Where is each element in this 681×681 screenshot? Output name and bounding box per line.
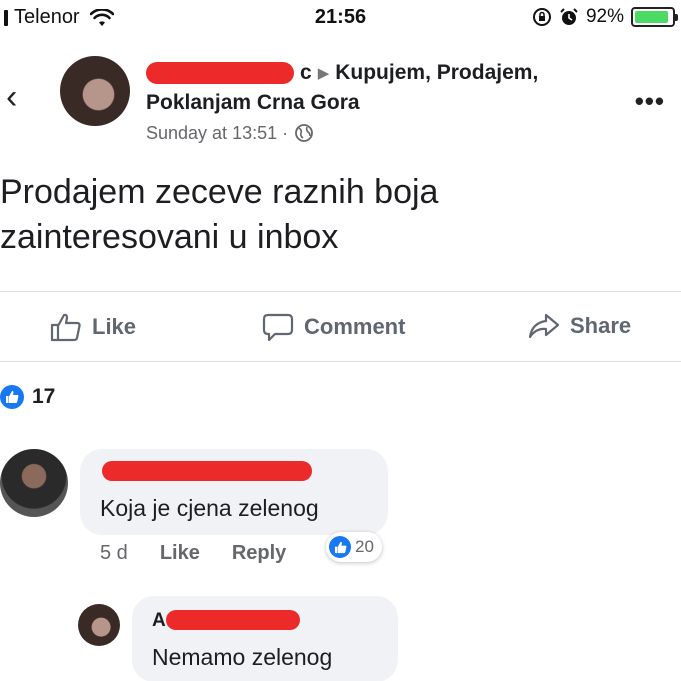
commenter-avatar[interactable]: [0, 449, 68, 517]
status-bar: Telenor 21:56 92%: [0, 0, 681, 38]
thumbs-up-icon: [50, 313, 81, 342]
post-meta: c ▶ Kupujem, Prodajem, Poklanjam Crna Gora…: [146, 58, 626, 144]
comment-meta: 5 d Like Reply: [100, 542, 318, 565]
status-right: 92%: [532, 6, 678, 28]
battery-icon: [631, 7, 678, 27]
redacted-author-name: [146, 62, 294, 85]
reaction-summary[interactable]: 17: [0, 385, 55, 409]
action-bar: Like Comment Share: [0, 294, 681, 360]
post-timestamp[interactable]: Sunday at 13:51 ·: [146, 123, 288, 144]
comment-bubble[interactable]: Koja je cjena zelenog: [80, 449, 388, 535]
battery-level: [635, 11, 669, 23]
author-avatar[interactable]: [60, 56, 130, 126]
share-icon: [528, 313, 560, 339]
like-label: Like: [92, 314, 137, 339]
comment-button[interactable]: Comment: [262, 312, 405, 342]
comment-reply-button[interactable]: Reply: [232, 542, 286, 565]
share-button[interactable]: Share: [528, 312, 631, 340]
redacted-reply-author-name: [166, 610, 300, 630]
screen-lock-icon: [532, 8, 551, 26]
comment-age: 5 d: [100, 542, 128, 564]
redacted-commenter-name: [102, 461, 312, 481]
author-name-suffix[interactable]: c: [300, 61, 312, 84]
post-text-line-1: Prodajem zeceve raznih boja: [0, 173, 439, 211]
reply-text: Nemamo zelenog: [152, 644, 333, 670]
divider-bottom: [0, 361, 681, 362]
like-reaction-icon: [329, 536, 351, 558]
share-label: Share: [570, 313, 632, 338]
comment-reaction-badge[interactable]: 20: [326, 532, 382, 562]
comment-icon: [262, 313, 294, 342]
reply-bubble[interactable]: A Nemamo zelenog: [132, 596, 398, 681]
arrow-right-icon: ▶: [317, 64, 330, 82]
comment-label: Comment: [304, 314, 406, 339]
post-timestamp-line: Sunday at 13:51 ·: [146, 123, 626, 144]
alarm-icon: [560, 8, 578, 25]
post-text-line-2: zainteresovani u inbox: [0, 218, 339, 256]
chevron-left-icon[interactable]: ‹: [6, 80, 17, 114]
comment-text: Koja je cjena zelenog: [100, 495, 319, 521]
divider-top: [0, 291, 681, 292]
reply-author-avatar[interactable]: [78, 604, 120, 646]
battery-percent: 92%: [585, 6, 624, 27]
comment-reaction-count: 20: [355, 537, 374, 556]
like-button[interactable]: Like: [50, 312, 136, 342]
author-line: c ▶ Kupujem, Prodajem, Poklanjam Crna Gora: [146, 58, 626, 117]
post-text: Prodajem zeceve raznih boja zainteresova…: [0, 170, 681, 260]
more-icon[interactable]: •••: [635, 88, 665, 114]
globe-icon: [295, 124, 314, 143]
reply-author-initial: A: [152, 610, 166, 631]
reaction-count: 17: [32, 385, 56, 408]
like-reaction-icon: [0, 385, 24, 409]
comment-like-button[interactable]: Like: [160, 542, 200, 565]
